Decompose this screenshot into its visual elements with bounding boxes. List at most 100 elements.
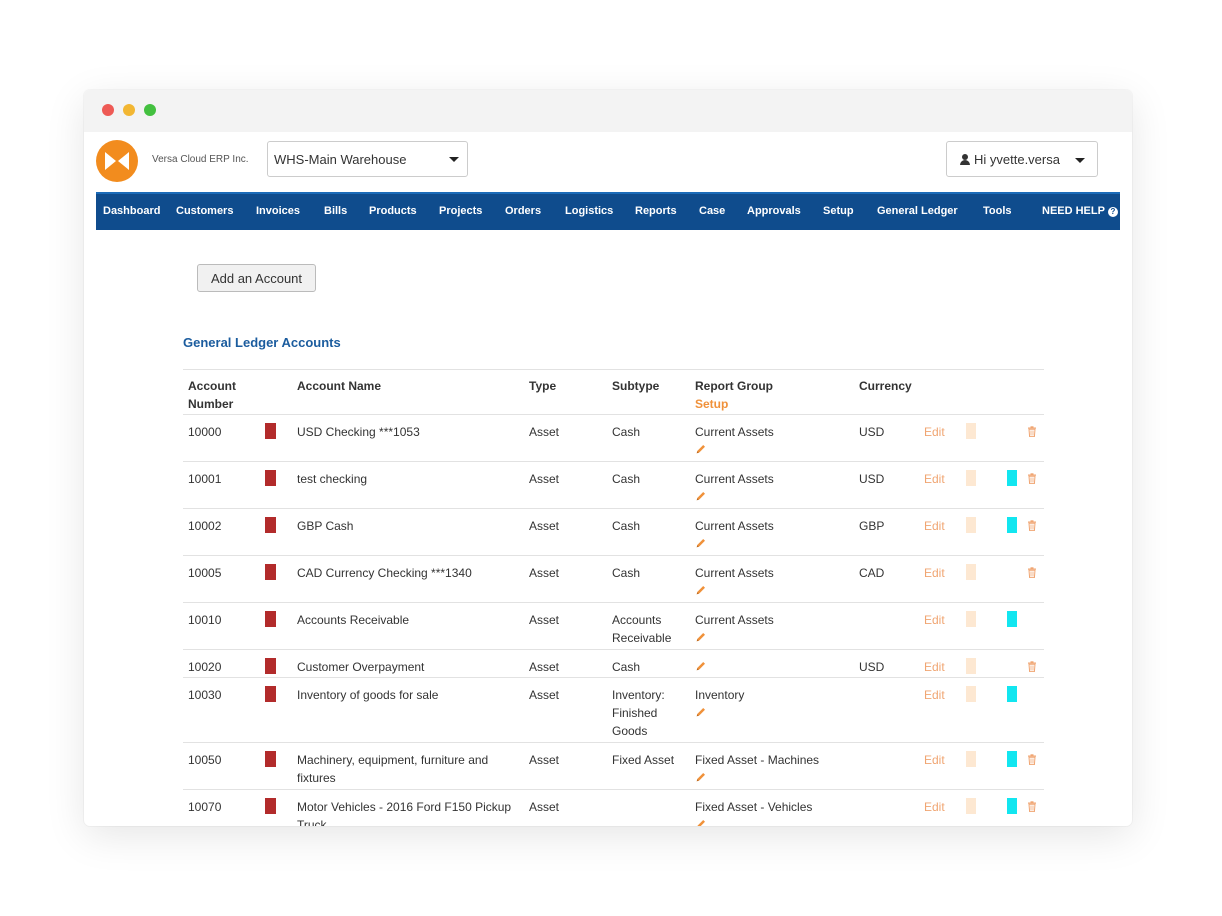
row-currency: USD: [859, 425, 885, 439]
row-report-group: Current Assets: [695, 566, 774, 580]
header-account-number: Account Number: [188, 379, 236, 411]
row-report-group: Current Assets: [695, 519, 774, 533]
versa-logo-icon[interactable]: [96, 140, 138, 182]
edit-link[interactable]: Edit: [924, 798, 945, 816]
row-account-name: Motor Vehicles - 2016 Ford F150 Pickup T…: [297, 800, 512, 826]
minimize-window-button[interactable]: [123, 104, 135, 116]
row-account-number: 10050: [188, 753, 222, 767]
row-subtype: Accounts Receivable: [612, 613, 672, 645]
nav-case[interactable]: Case: [699, 205, 725, 217]
header-report-group: Report Group Setup: [695, 377, 773, 413]
header-report-group-label: Report Group: [695, 379, 773, 393]
pencil-icon[interactable]: [695, 771, 707, 783]
nav-bills[interactable]: Bills: [324, 205, 347, 217]
edit-link[interactable]: Edit: [924, 751, 945, 769]
row-type: Asset: [529, 753, 560, 767]
row-type: Asset: [529, 566, 560, 580]
account-color-flag: [265, 564, 276, 580]
user-menu-button[interactable]: Hi yvette.versa: [946, 141, 1098, 177]
row-account-name: GBP Cash: [297, 519, 354, 533]
nav-projects[interactable]: Projects: [439, 205, 482, 217]
app-container: Versa Cloud ERP Inc. WHS-Main Warehouse …: [90, 132, 1126, 826]
edit-link[interactable]: Edit: [924, 611, 945, 629]
edit-link[interactable]: Edit: [924, 658, 945, 676]
edit-link[interactable]: Edit: [924, 517, 945, 535]
trash-icon[interactable]: [1027, 520, 1037, 531]
table-row: 10070 Motor Vehicles - 2016 Ford F150 Pic…: [183, 790, 1044, 826]
pencil-icon[interactable]: [695, 706, 707, 718]
row-type: Asset: [529, 800, 560, 814]
pencil-icon[interactable]: [695, 660, 707, 672]
edit-link[interactable]: Edit: [924, 686, 945, 704]
edit-link[interactable]: Edit: [924, 423, 945, 441]
edit-link[interactable]: Edit: [924, 470, 945, 488]
edit-link[interactable]: Edit: [924, 564, 945, 582]
row-type: Asset: [529, 472, 560, 486]
pencil-icon[interactable]: [695, 490, 707, 502]
row-report-group-cell: Current Assets: [695, 470, 774, 502]
nav-invoices[interactable]: Invoices: [256, 205, 300, 217]
pencil-icon[interactable]: [695, 584, 707, 596]
header-account-name: Account Name: [297, 379, 382, 393]
table-row: 10020 Customer Overpayment Asset Cash USD Edi…: [183, 650, 1044, 678]
row-account-name: Accounts Receivable: [297, 613, 410, 627]
nav-products[interactable]: Products: [369, 205, 417, 217]
pencil-icon[interactable]: [695, 443, 707, 455]
row-report-group-cell: Current Assets: [695, 517, 774, 549]
trash-icon[interactable]: [1027, 473, 1037, 484]
nav-approvals[interactable]: Approvals: [747, 205, 801, 217]
row-report-group-cell: [695, 658, 707, 672]
row-currency: USD: [859, 472, 885, 486]
nav-general-ledger[interactable]: General Ledger: [877, 205, 958, 217]
row-account-number: 10002: [188, 519, 222, 533]
row-account-number: 10070: [188, 800, 222, 814]
nav-logistics[interactable]: Logistics: [565, 205, 613, 217]
warehouse-select[interactable]: WHS-Main Warehouse: [267, 141, 468, 177]
add-account-button[interactable]: Add an Account: [197, 264, 316, 292]
peach-swatch: [966, 611, 976, 627]
cyan-swatch: [1007, 611, 1017, 627]
pencil-icon[interactable]: [695, 818, 707, 826]
row-report-group: Fixed Asset - Vehicles: [695, 800, 813, 814]
row-account-number: 10010: [188, 613, 222, 627]
cyan-swatch: [1007, 798, 1017, 814]
row-account-number: 10000: [188, 425, 222, 439]
row-account-name: test checking: [297, 472, 368, 486]
row-account-name: Inventory of goods for sale: [297, 688, 439, 702]
nav-customers[interactable]: Customers: [176, 205, 233, 217]
trash-icon[interactable]: [1027, 426, 1037, 437]
trash-icon[interactable]: [1027, 567, 1037, 578]
pencil-icon[interactable]: [695, 631, 707, 643]
account-color-flag: [265, 658, 276, 674]
row-type: Asset: [529, 660, 560, 674]
row-subtype: Cash: [612, 472, 641, 486]
trash-icon[interactable]: [1027, 801, 1037, 812]
trash-icon[interactable]: [1027, 661, 1037, 672]
row-account-name: Customer Overpayment: [297, 660, 425, 674]
row-report-group: Current Assets: [695, 425, 774, 439]
account-color-flag: [265, 751, 276, 767]
nav-tools[interactable]: Tools: [983, 205, 1012, 217]
peach-swatch: [966, 798, 976, 814]
table-row: 10030 Inventory of goods for sale Asset Inv…: [183, 678, 1044, 743]
table-row: 10000 USD Checking ***1053 Asset Cash Curren…: [183, 415, 1044, 462]
close-window-button[interactable]: [102, 104, 114, 116]
nav-dashboard[interactable]: Dashboard: [103, 205, 160, 217]
table-row: 10010 Accounts Receivable Asset Accounts Re…: [183, 603, 1044, 650]
nav-setup[interactable]: Setup: [823, 205, 854, 217]
table-row: 10002 GBP Cash Asset Cash Current Assets GBP E…: [183, 509, 1044, 556]
row-subtype: Fixed Asset: [612, 753, 675, 767]
row-type: Asset: [529, 613, 560, 627]
pencil-icon[interactable]: [695, 537, 707, 549]
report-group-setup-link[interactable]: Setup: [695, 395, 773, 413]
user-icon: [960, 154, 970, 165]
table-row: 10001 test checking Asset Cash Current Asset…: [183, 462, 1044, 509]
header-currency: Currency: [859, 379, 912, 393]
trash-icon[interactable]: [1027, 754, 1037, 765]
maximize-window-button[interactable]: [144, 104, 156, 116]
accounts-table: Account Number Account Name Type Subtype…: [183, 369, 1044, 826]
nav-orders[interactable]: Orders: [505, 205, 541, 217]
table-header: Account Number Account Name Type Subtype…: [183, 369, 1044, 415]
nav-need-help[interactable]: NEED HELP?: [1042, 205, 1118, 217]
nav-reports[interactable]: Reports: [635, 205, 677, 217]
